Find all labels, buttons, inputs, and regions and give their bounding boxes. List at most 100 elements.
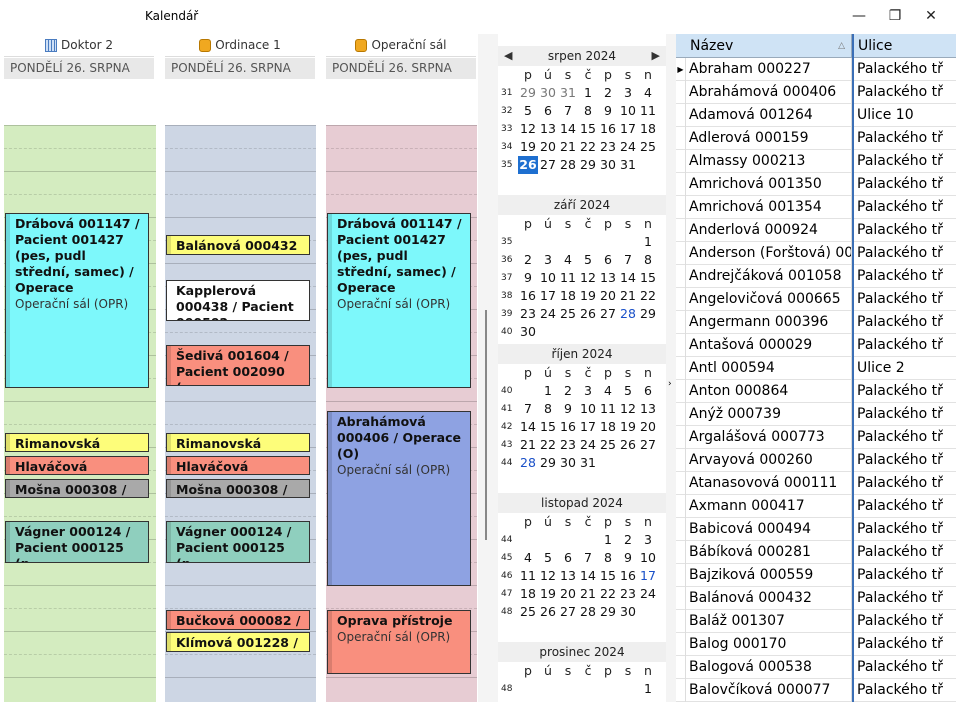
day-cell[interactable]: 29 [518,84,538,102]
table-row[interactable]: Anderson (Forštová) 00: Palackého tř [676,242,956,265]
table-row[interactable]: Adamová 001264 Ulice 10 [676,104,956,127]
column-header-name[interactable]: Název △ [686,34,852,58]
day-cell[interactable]: 30 [558,454,578,472]
all-day-area[interactable] [4,80,154,125]
day-cell[interactable]: 24 [618,138,638,156]
column-header-street[interactable]: Ulice [852,34,956,58]
cell-street[interactable]: Palackého tř [852,495,956,518]
prev-month-icon[interactable]: ◀ [504,46,512,66]
cell-street[interactable]: Palackého tř [852,564,956,587]
day-cell[interactable]: 18 [558,287,578,305]
client-grid[interactable]: Název △ Ulice ▶ Abraham 000227 Palackého t… [676,34,956,702]
table-row[interactable]: Baláž 001307 Palackého tř [676,610,956,633]
appointment[interactable]: Kapplerová 000438 / Pacient 000502 ... [166,280,310,321]
day-cell[interactable]: 23 [518,305,538,323]
day-cell[interactable]: 19 [518,138,538,156]
day-cell[interactable]: 14 [558,120,578,138]
appointment[interactable]: Bučková 000082 / ... [166,610,310,630]
table-row[interactable]: Balogová 000538 Palackého tř [676,656,956,679]
day-cell[interactable]: 16 [618,567,638,585]
table-row[interactable]: Adlerová 000159 Palackého tř [676,127,956,150]
day-cell[interactable]: 1 [578,84,598,102]
day-cell[interactable]: 9 [618,549,638,567]
day-cell[interactable]: 14 [518,418,538,436]
day-cell[interactable]: 16 [518,287,538,305]
day-cell[interactable]: 18 [598,418,618,436]
day-cell[interactable]: 9 [518,269,538,287]
day-cell[interactable]: 11 [638,102,658,120]
day-cell[interactable]: 15 [598,567,618,585]
time-slot[interactable] [165,516,316,517]
day-cell[interactable]: 19 [578,287,598,305]
cell-street[interactable]: Palackého tř [852,127,956,150]
restore-icon[interactable]: ❐ [885,6,905,26]
day-cell[interactable]: 12 [578,269,598,287]
time-slot[interactable] [165,401,316,402]
table-row[interactable]: Anýž 000739 Palackého tř [676,403,956,426]
cell-name[interactable]: Axmann 000417 [686,495,852,518]
table-row[interactable]: Balog 000170 Palackého tř [676,633,956,656]
time-slot[interactable] [165,194,316,195]
day-cell[interactable]: 3 [638,531,658,549]
cell-street[interactable]: Palackého tř [852,472,956,495]
all-day-area[interactable] [165,80,315,125]
cell-name[interactable]: Anýž 000739 [686,403,852,426]
day-cell[interactable]: 24 [578,436,598,454]
table-row[interactable]: Anton 000864 Palackého tř [676,380,956,403]
cell-name[interactable]: Abrahámová 000406 [686,81,852,104]
day-cell[interactable]: 4 [558,251,578,269]
all-day-area[interactable] [326,80,476,125]
appointment[interactable]: Drábová 001147 / Pacient 001427 (pes, pu… [327,213,471,388]
day-cell[interactable]: 8 [598,549,618,567]
day-cell[interactable]: 21 [558,138,578,156]
day-cell[interactable]: 30 [538,84,558,102]
cell-street[interactable]: Ulice 2 [852,357,956,380]
cell-name[interactable]: Angelovičová 000665 [686,288,852,311]
table-row[interactable]: Arvayová 000260 Palackého tř [676,449,956,472]
day-cell[interactable]: 14 [578,567,598,585]
day-cell[interactable]: 13 [538,120,558,138]
time-slot[interactable] [326,171,477,172]
day-cell[interactable]: 25 [558,305,578,323]
day-cell[interactable]: 21 [518,436,538,454]
cell-name[interactable]: Babicová 000494 [686,518,852,541]
day-cell[interactable]: 12 [518,120,538,138]
day-cell[interactable]: 1 [538,382,558,400]
table-row[interactable]: Atanasovová 000111 Palackého tř [676,472,956,495]
cell-street[interactable]: Palackého tř [852,518,956,541]
day-cell[interactable]: 9 [598,102,618,120]
table-row[interactable]: Bábíková 000281 Palackého tř [676,541,956,564]
appointment[interactable]: Mošna 000308 / P... [5,479,149,498]
scrollbar[interactable] [485,310,487,540]
cell-street[interactable]: Palackého tř [852,679,956,702]
cell-street[interactable]: Palackého tř [852,656,956,679]
time-slot[interactable] [165,171,316,172]
cell-name[interactable]: Angermann 000396 [686,311,852,334]
cell-street[interactable]: Palackého tř [852,403,956,426]
day-cell[interactable]: 28 [618,305,638,323]
cell-name[interactable]: Argalášová 000773 [686,426,852,449]
table-row[interactable]: Andrejčáková 001058 Palackého tř [676,265,956,288]
day-cell[interactable]: 22 [538,436,558,454]
appointment[interactable]: Rimanovská 00045... [5,433,149,452]
day-cell[interactable]: 2 [518,251,538,269]
day-cell[interactable]: 24 [538,305,558,323]
day-cell[interactable]: 6 [538,102,558,120]
appointment[interactable]: Vágner 000124 / Pacient 000125 (p... [166,521,310,563]
time-slot[interactable] [326,194,477,195]
day-cell[interactable]: 27 [598,305,618,323]
time-slot[interactable] [326,401,477,402]
day-cell[interactable]: 3 [618,84,638,102]
day-cell[interactable]: 7 [578,549,598,567]
cell-name[interactable]: Abraham 000227 [686,58,852,81]
cell-street[interactable]: Palackého tř [852,587,956,610]
day-cell[interactable]: 30 [598,156,618,174]
day-cell[interactable]: 28 [558,156,578,174]
day-cell[interactable]: 7 [558,102,578,120]
day-cell[interactable]: 30 [518,323,538,341]
cell-name[interactable]: Amrichová 001354 [686,196,852,219]
day-cell[interactable]: 14 [618,269,638,287]
day-cell[interactable]: 5 [578,251,598,269]
time-slot[interactable] [165,125,316,126]
next-month-icon[interactable]: ▶ [652,46,660,66]
